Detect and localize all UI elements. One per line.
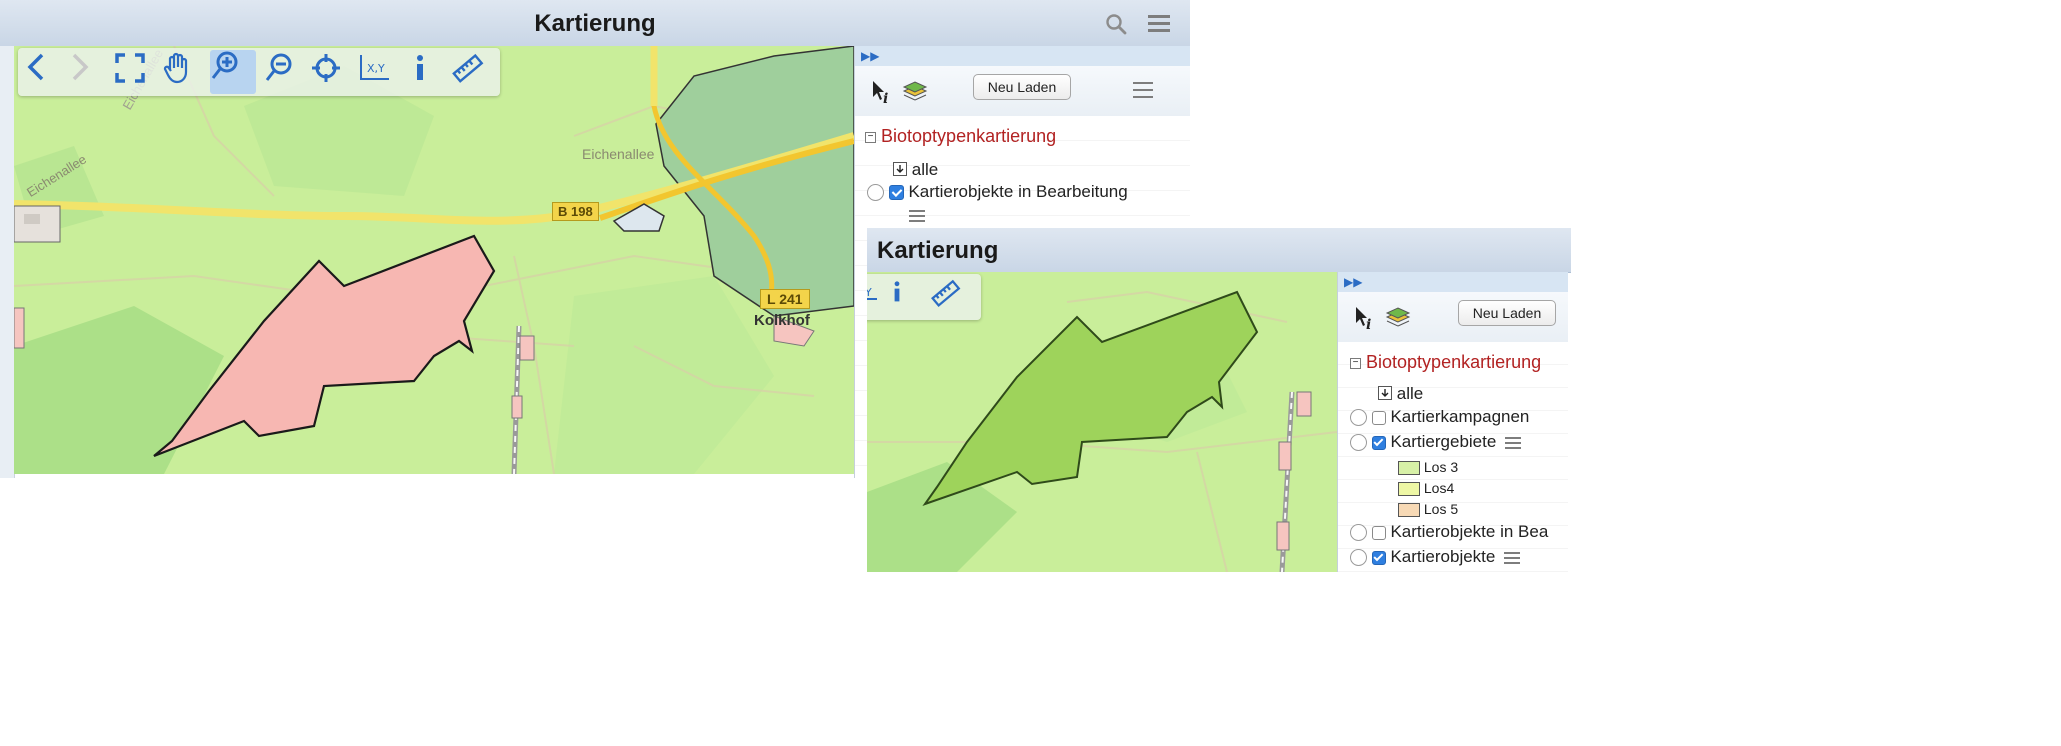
layer-checkbox[interactable] <box>1371 410 1386 425</box>
group-title: Biotoptypenkartierung <box>1366 352 1542 372</box>
collapse-strip[interactable]: ▶▶ <box>1338 272 1568 292</box>
svg-text:i: i <box>883 91 888 105</box>
info-cursor-icon[interactable]: i <box>871 79 893 109</box>
group-row[interactable]: − Biotoptypenkartierung <box>865 126 1056 147</box>
window-title: Kartierung <box>534 10 656 37</box>
right-window: Kartierung Y ▶▶ i Neu Laden − Biotoptype… <box>867 228 2061 746</box>
svg-text:i: i <box>1366 317 1371 331</box>
legend-label: Los4 <box>1423 480 1455 496</box>
layer-tree: − Biotoptypenkartierung alle Kartierkamp… <box>1338 342 1568 572</box>
layer-row[interactable]: Kartierkampagnen <box>1350 407 1529 427</box>
all-row[interactable]: alle <box>893 160 938 181</box>
expand-all-icon[interactable] <box>1378 385 1392 405</box>
street-label: Eichenallee <box>582 146 655 162</box>
back-icon[interactable] <box>24 52 62 92</box>
layer-radio[interactable] <box>867 184 884 202</box>
menu-icon[interactable] <box>1148 14 1170 32</box>
zoom-out-icon[interactable] <box>264 52 304 92</box>
svg-text:Y: Y <box>867 286 872 299</box>
legend-item: Los 5 <box>1398 501 1459 518</box>
layer-radio[interactable] <box>1350 549 1367 567</box>
forward-icon[interactable] <box>68 52 106 92</box>
layer-options-icon[interactable] <box>909 210 925 222</box>
layer-checkbox[interactable] <box>1371 435 1386 450</box>
layer-label: Kartierobjekte in Bea <box>1390 522 1549 541</box>
group-row[interactable]: − Biotoptypenkartierung <box>1350 352 1541 373</box>
all-row[interactable]: alle <box>1378 384 1423 405</box>
info-cursor-icon[interactable]: i <box>1354 305 1376 335</box>
window-title: Kartierung <box>877 237 999 264</box>
layer-radio[interactable] <box>1350 524 1367 542</box>
layer-row[interactable]: Kartiergebiete <box>1350 432 1522 452</box>
zoom-in-icon[interactable] <box>210 50 256 94</box>
all-label: alle <box>911 160 939 179</box>
svg-text:X,Y: X,Y <box>367 62 385 75</box>
coordinates-icon[interactable]: X,Y <box>358 52 400 92</box>
info-icon[interactable] <box>410 52 444 92</box>
layer-row[interactable]: Kartierobjekte <box>1350 547 1521 567</box>
right-map-canvas[interactable]: Y <box>867 272 1337 572</box>
group-title: Biotoptypenkartierung <box>881 126 1057 146</box>
legend-swatch <box>1398 461 1420 476</box>
pan-hand-icon[interactable] <box>162 52 202 92</box>
locate-icon[interactable] <box>310 52 350 92</box>
collapse-toggle[interactable]: − <box>865 131 876 143</box>
map-toolbar: Y <box>867 274 981 320</box>
layer-radio[interactable] <box>1350 434 1367 452</box>
legend-label: Los 3 <box>1423 459 1459 475</box>
right-titlebar: Kartierung <box>867 228 1571 273</box>
legend-swatch <box>1398 482 1420 497</box>
measure-ruler-icon[interactable] <box>450 52 492 92</box>
collapse-strip[interactable]: ▶▶ <box>855 46 1190 66</box>
collapse-arrows-icon[interactable]: ▶▶ <box>861 49 879 63</box>
background-window-edge <box>0 46 15 478</box>
collapse-toggle[interactable]: − <box>1350 357 1361 369</box>
info-icon[interactable] <box>889 278 919 316</box>
layers-icon[interactable] <box>1384 304 1412 336</box>
layer-options-icon[interactable] <box>1505 436 1522 449</box>
collapse-arrows-icon[interactable]: ▶▶ <box>1344 275 1362 289</box>
layer-label: Kartierobjekte <box>1390 547 1496 566</box>
left-titlebar: Kartierung <box>0 0 1190 47</box>
panel-toolbar: i Neu Laden <box>855 66 1190 117</box>
road-shield-l: L 241 <box>760 289 810 309</box>
search-icon[interactable] <box>1104 12 1128 40</box>
reload-button[interactable]: Neu Laden <box>1458 300 1556 326</box>
layer-options-icon[interactable] <box>1504 551 1521 564</box>
layer-label: Kartierobjekte in Bearbeitung <box>908 182 1128 201</box>
legend-item: Los 3 <box>1398 459 1459 476</box>
measure-ruler-icon[interactable] <box>929 278 969 316</box>
layer-checkbox[interactable] <box>1371 525 1386 540</box>
full-extent-icon[interactable] <box>114 52 154 92</box>
reload-button[interactable]: Neu Laden <box>973 74 1071 100</box>
expand-all-icon[interactable] <box>893 161 907 181</box>
layer-label: Kartierkampagnen <box>1390 407 1530 426</box>
all-label: alle <box>1396 384 1424 403</box>
coordinates-icon[interactable]: Y <box>867 278 881 316</box>
layer-checkbox[interactable] <box>888 185 904 201</box>
legend-item: Los4 <box>1398 480 1455 497</box>
layer-row[interactable]: Kartierobjekte in Bearbeitung <box>867 182 1128 202</box>
layer-panel: ▶▶ i Neu Laden − Biotoptypenkartierung a… <box>1337 272 1568 572</box>
layer-label: Kartiergebiete <box>1390 432 1497 451</box>
map-toolbar: X,Y <box>18 48 500 96</box>
road-shield-b: B 198 <box>552 202 599 221</box>
layer-row[interactable]: Kartierobjekte in Bea <box>1350 522 1548 542</box>
panel-toolbar: i Neu Laden <box>1338 292 1568 343</box>
legend-label: Los 5 <box>1423 501 1459 517</box>
panel-menu-icon[interactable] <box>1133 82 1153 98</box>
legend-swatch <box>1398 503 1420 518</box>
place-label: Kolkhof <box>754 312 810 329</box>
layer-checkbox[interactable] <box>1371 550 1386 565</box>
layers-icon[interactable] <box>901 78 929 110</box>
layer-radio[interactable] <box>1350 409 1367 427</box>
left-map-canvas[interactable]: Eichenallee Eichenallee Eichenallee B 19… <box>14 46 854 474</box>
